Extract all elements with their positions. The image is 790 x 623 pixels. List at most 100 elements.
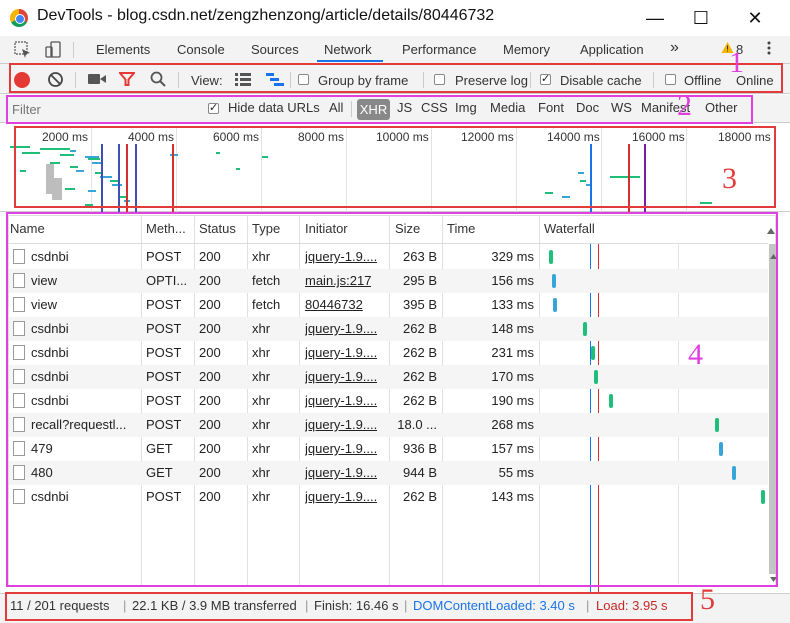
- waterfall-bar: [719, 442, 723, 456]
- waterfall-bar: [760, 490, 765, 504]
- waterfall-bar: [551, 274, 556, 288]
- cell-status: 200: [199, 321, 221, 336]
- cell-status: 200: [199, 441, 221, 456]
- maximize-button[interactable]: ☐: [686, 6, 716, 30]
- cell-size: 262 B: [403, 369, 437, 384]
- cell-time: 170 ms: [491, 369, 534, 384]
- cell-initiator[interactable]: jquery-1.9....: [305, 369, 377, 384]
- active-tab-indicator: [317, 60, 383, 62]
- cell-type: xhr: [252, 321, 271, 336]
- cell-name: view: [31, 297, 58, 312]
- tab-network[interactable]: Network: [324, 42, 372, 57]
- file-icon: [13, 369, 25, 384]
- inspect-element-icon[interactable]: [14, 41, 32, 59]
- annotation-number-1: 1: [729, 46, 744, 79]
- cell-name: csdnbi: [31, 369, 69, 384]
- cell-type: xhr: [252, 465, 271, 480]
- cell-initiator[interactable]: jquery-1.9....: [305, 393, 377, 408]
- waterfall-bar: [593, 370, 598, 384]
- cell-size: 18.0 ...: [397, 417, 437, 432]
- cell-initiator[interactable]: main.js:217: [305, 273, 371, 288]
- cell-type: xhr: [252, 249, 271, 264]
- cell-initiator[interactable]: 80446732: [305, 297, 363, 312]
- cell-initiator[interactable]: jquery-1.9....: [305, 489, 377, 504]
- annotation-number-3: 3: [722, 162, 737, 195]
- file-icon: [13, 417, 25, 432]
- cell-type: fetch: [252, 273, 281, 288]
- cell-initiator[interactable]: jquery-1.9....: [305, 441, 377, 456]
- waterfall-bar: [609, 394, 613, 408]
- table-row[interactable]: recall?requestl... POST 200 xhr jquery-1.9..…: [9, 413, 768, 437]
- cell-time: 133 ms: [491, 297, 534, 312]
- cell-initiator[interactable]: jquery-1.9....: [305, 345, 377, 360]
- cell-status: 200: [199, 297, 221, 312]
- tab-application[interactable]: Application: [580, 42, 644, 57]
- cell-status: 200: [199, 249, 221, 264]
- cell-method: POST: [146, 297, 182, 312]
- table-row[interactable]: csdnbi POST 200 xhr jquery-1.9.... 263 B 329 m…: [9, 245, 768, 269]
- file-icon: [13, 297, 25, 312]
- file-icon: [13, 321, 25, 336]
- table-row[interactable]: view OPTI... 200 fetch main.js:217 295 B 156 m…: [9, 269, 768, 293]
- cell-initiator[interactable]: jquery-1.9....: [305, 417, 377, 432]
- tab-sources[interactable]: Sources: [251, 42, 299, 57]
- waterfall-bar: [549, 250, 554, 264]
- cell-method: POST: [146, 489, 182, 504]
- table-row[interactable]: view POST 200 fetch 80446732 395 B 133 ms: [9, 293, 768, 317]
- cell-method: GET: [146, 441, 173, 456]
- cell-name: csdnbi: [31, 393, 69, 408]
- table-row[interactable]: 479 GET 200 xhr jquery-1.9.... 936 B 157 ms: [9, 437, 768, 461]
- file-icon: [13, 489, 25, 504]
- more-tabs-button[interactable]: »: [670, 39, 679, 57]
- cell-method: POST: [146, 321, 182, 336]
- table-row[interactable]: csdnbi POST 200 xhr jquery-1.9.... 262 B 143 m…: [9, 485, 768, 509]
- table-row[interactable]: csdnbi POST 200 xhr jquery-1.9.... 262 B 190 m…: [9, 389, 768, 413]
- cell-size: 262 B: [403, 321, 437, 336]
- cell-initiator[interactable]: jquery-1.9....: [305, 465, 377, 480]
- close-button[interactable]: ✕: [740, 6, 770, 30]
- cell-time: 157 ms: [491, 441, 534, 456]
- tab-memory[interactable]: Memory: [503, 42, 550, 57]
- cell-type: xhr: [252, 441, 271, 456]
- cell-initiator[interactable]: jquery-1.9....: [305, 321, 377, 336]
- cell-time: 55 ms: [498, 465, 534, 480]
- cell-size: 944 B: [403, 465, 437, 480]
- cell-method: POST: [146, 369, 182, 384]
- cell-name: 479: [31, 441, 53, 456]
- annotation-number-2: 2: [677, 89, 692, 122]
- waterfall-bar: [714, 418, 719, 432]
- cell-type: xhr: [252, 345, 271, 360]
- cell-initiator[interactable]: jquery-1.9....: [305, 249, 377, 264]
- waterfall-bar: [582, 322, 587, 336]
- cell-status: 200: [199, 465, 221, 480]
- cell-name: csdnbi: [31, 489, 69, 504]
- table-row[interactable]: csdnbi POST 200 xhr jquery-1.9.... 262 B 170 m…: [9, 365, 768, 389]
- tab-performance[interactable]: Performance: [402, 42, 476, 57]
- file-icon: [13, 273, 25, 288]
- cell-size: 263 B: [403, 249, 437, 264]
- cell-time: 268 ms: [491, 417, 534, 432]
- table-row[interactable]: csdnbi POST 200 xhr jquery-1.9.... 262 B 231 m…: [9, 341, 768, 365]
- cell-size: 262 B: [403, 345, 437, 360]
- kebab-menu-icon[interactable]: [766, 40, 772, 56]
- table-row[interactable]: 480 GET 200 xhr jquery-1.9.... 944 B 55 ms: [9, 461, 768, 485]
- window-title: DevTools - blog.csdn.net/zengzhenzong/ar…: [37, 7, 495, 24]
- tab-elements[interactable]: Elements: [96, 42, 150, 57]
- cell-size: 262 B: [403, 489, 437, 504]
- tab-console[interactable]: Console: [177, 42, 225, 57]
- cell-method: OPTI...: [146, 273, 188, 288]
- chrome-logo-icon: [10, 9, 28, 27]
- file-icon: [13, 393, 25, 408]
- cell-time: 231 ms: [491, 345, 534, 360]
- waterfall-bar: [591, 346, 596, 360]
- title-bar: DevTools - blog.csdn.net/zengzhenzong/ar…: [0, 0, 790, 36]
- annotation-box-filter: [6, 95, 753, 124]
- device-toolbar-icon[interactable]: [44, 41, 62, 59]
- file-icon: [13, 465, 25, 480]
- file-icon: [13, 441, 25, 456]
- minimize-button[interactable]: —: [640, 6, 670, 30]
- cell-time: 156 ms: [491, 273, 534, 288]
- cell-size: 295 B: [403, 273, 437, 288]
- table-row[interactable]: csdnbi POST 200 xhr jquery-1.9.... 262 B 148 m…: [9, 317, 768, 341]
- cell-status: 200: [199, 393, 221, 408]
